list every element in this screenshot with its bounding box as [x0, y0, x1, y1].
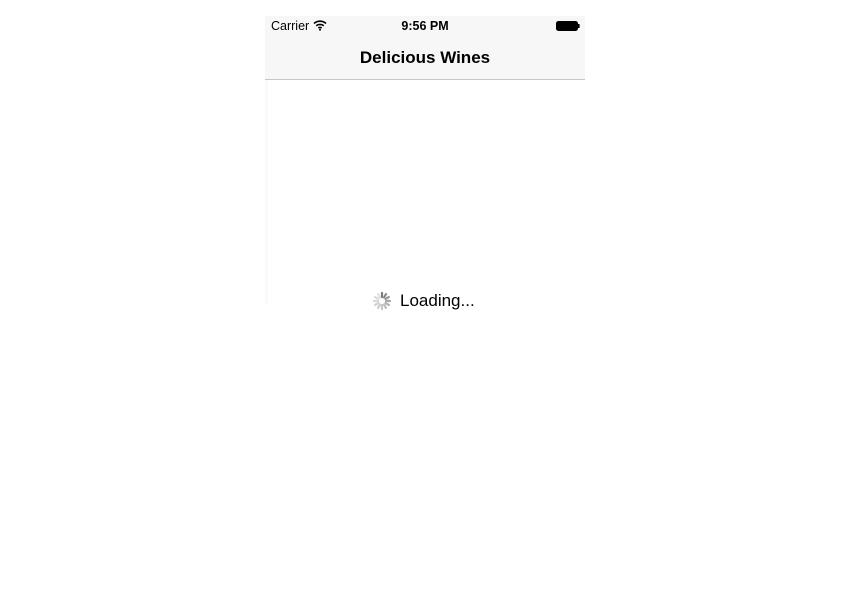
status-bar: Carrier 9:56 PM — [265, 16, 585, 36]
activity-spinner-icon — [372, 291, 392, 311]
phone-screen: Carrier 9:56 PM Delicious Wines Loading.… — [265, 16, 585, 600]
content-edge — [265, 80, 268, 305]
nav-title: Delicious Wines — [359, 48, 491, 67]
content-area: Loading... — [265, 80, 585, 600]
navigation-bar: Delicious Wines — [265, 36, 585, 80]
status-time: 9:56 PM — [401, 19, 449, 33]
loading-indicator: Loading... — [372, 289, 475, 313]
loading-label: Loading... — [400, 291, 475, 310]
battery-icon — [556, 21, 580, 31]
